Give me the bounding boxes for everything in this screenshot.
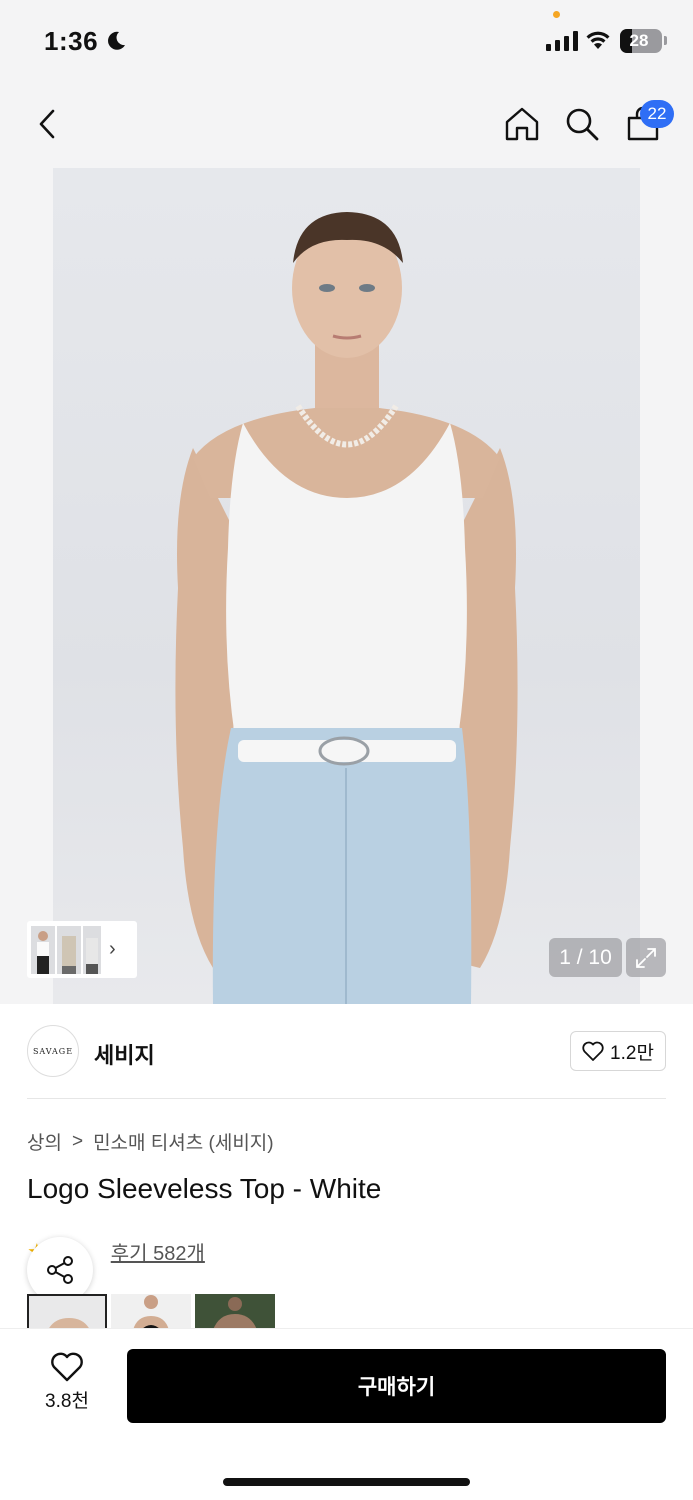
home-button[interactable]: [500, 102, 544, 146]
brand-logo[interactable]: SAVAGE: [27, 1025, 79, 1077]
brand-like-button[interactable]: 1.2만: [570, 1031, 666, 1071]
back-icon: [39, 109, 55, 139]
battery-level: 28: [629, 31, 649, 50]
wishlist-count: 3.8천: [45, 1391, 89, 1412]
color-option-green[interactable]: [195, 1294, 275, 1330]
signal-icon: [546, 31, 578, 51]
model-illustration: [175, 212, 518, 1004]
gallery-thumbnail: [31, 925, 55, 974]
chevron-right-icon: ›: [109, 938, 116, 960]
moon-icon: [108, 31, 125, 50]
home-indicator[interactable]: [223, 1478, 470, 1486]
wifi-icon: [586, 31, 610, 49]
privacy-indicator: [553, 11, 560, 18]
expand-image-button[interactable]: [626, 938, 666, 977]
nav-bar: [0, 82, 693, 168]
heart-icon: [51, 1352, 83, 1382]
breadcrumb-subcategory[interactable]: 민소매 티셔츠 (세비지): [93, 1128, 274, 1155]
gallery-thumbnail-strip[interactable]: ›: [27, 921, 137, 978]
gallery-thumbnail: [57, 925, 81, 974]
buy-button[interactable]: 구매하기: [127, 1349, 666, 1423]
wishlist-button[interactable]: 3.8천: [27, 1352, 107, 1413]
status-time: 1:36: [44, 26, 99, 56]
product-image-carousel[interactable]: › 1 / 10: [0, 168, 693, 1004]
gallery-thumbnail: [83, 925, 101, 974]
breadcrumb-category[interactable]: 상의: [27, 1128, 62, 1155]
battery-indicator: 28: [620, 29, 662, 53]
brand-logo-text: SAVAGE: [32, 1046, 74, 1056]
search-button[interactable]: [560, 102, 604, 146]
back-button[interactable]: [26, 102, 70, 146]
divider: [27, 1098, 666, 1099]
review-link[interactable]: 후기 582개: [111, 1237, 205, 1266]
color-option-black[interactable]: [111, 1294, 191, 1330]
image-page-counter: 1 / 10: [549, 938, 622, 977]
product-title: Logo Sleeveless Top - White: [27, 1173, 382, 1204]
brand-like-count: 1.2만: [610, 1042, 654, 1064]
expand-icon: [636, 947, 656, 968]
brand-name[interactable]: 세비지: [94, 1038, 155, 1070]
search-icon: [566, 108, 599, 141]
product-photo: [53, 168, 640, 1004]
home-icon: [505, 107, 539, 141]
color-options: [27, 1294, 275, 1330]
color-option-white[interactable]: [27, 1294, 107, 1330]
status-bar: 1:36 28: [0, 0, 693, 82]
breadcrumb-separator: >: [71, 1130, 84, 1152]
breadcrumb: 상의 > 민소매 티셔츠 (세비지): [27, 1128, 274, 1155]
share-icon: [47, 1256, 73, 1284]
heart-icon: [582, 1041, 604, 1061]
cart-count-badge: 22: [640, 100, 674, 128]
